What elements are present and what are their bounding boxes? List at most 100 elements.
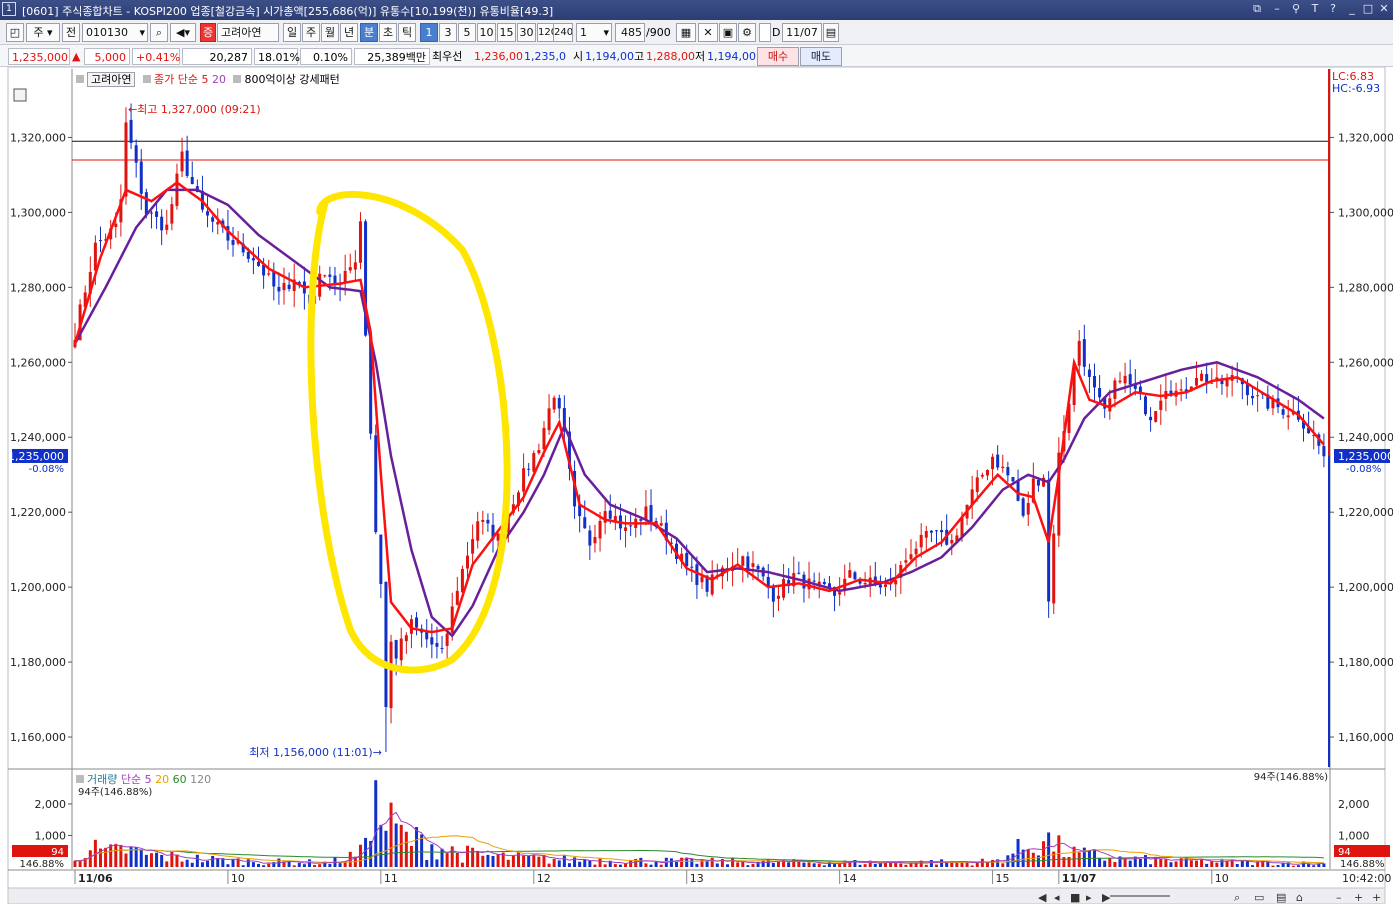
volume-bar [481,855,485,867]
candle-body [996,454,1000,468]
volume-bar [491,856,495,867]
zoom-reset-icon: + [1372,891,1381,904]
interval-3[interactable]: 3 [439,23,457,42]
volume-bar [384,830,388,867]
settings-icon[interactable]: ⚙ [738,23,756,42]
candle-body [649,505,653,522]
turnover-pct: 18.01% [254,48,300,65]
volume-bar [1098,857,1102,867]
volume-tick-label-right: 2,000 [1338,798,1370,811]
volume-legend-label: 거래량 [87,773,118,786]
candle-body [639,519,643,521]
volume-bar [496,854,500,867]
volume-bar [190,862,194,867]
prev-button[interactable]: 전 [62,23,80,42]
count-input[interactable]: 485 [615,23,645,42]
candle-body [771,586,775,602]
period-month[interactable]: 월 [321,23,339,42]
minimize-dash-icon[interactable]: – [1270,2,1284,16]
candle-body [1006,467,1010,476]
chart-grid-icon[interactable]: ▦ [676,23,696,42]
open-label: 시 [573,50,584,63]
help-icon[interactable]: ? [1326,2,1340,16]
volume-tick-label-left: 1,000 [35,829,67,842]
interval-10[interactable]: 10 [477,23,496,42]
chart-area[interactable]: 1,160,000 1,160,000 1,180,000 1,180,000 1,20… [0,66,1393,904]
volume-bar [858,864,862,867]
current-price: 1,235,000 [8,48,70,65]
crosshair-icon[interactable]: ✕ [698,23,718,42]
search-icon[interactable]: ⌕ [150,23,168,42]
candle-body [960,517,964,537]
interval-30[interactable]: 30 [517,23,536,42]
buy-button[interactable]: 매수 [757,47,799,66]
stock-code-input[interactable]: 010130 ▾ [82,23,148,42]
text-icon[interactable]: T [1308,2,1322,16]
y-tick-label-right: 1,180,000 [1338,656,1393,669]
period-tick[interactable]: 틱 [398,23,416,42]
volume-bar [302,864,306,867]
period-year[interactable]: 년 [340,23,358,42]
volume-bar [88,850,92,867]
y-tick-label-left: 1,160,000 [10,731,66,744]
period-day[interactable]: 일 [283,23,301,42]
calendar-icon[interactable]: ▤ [823,23,839,42]
pin-icon[interactable]: ⚲ [1289,2,1303,16]
volume-bar [1169,862,1173,867]
volume-value: 20,287 [182,48,252,65]
market-mode-select[interactable]: 주 ▾ [26,23,60,42]
y-tick-label-left: 1,220,000 [10,506,66,519]
candle-body [348,267,352,271]
candle-body [1200,373,1204,381]
date-input[interactable]: 11/07 [782,23,822,42]
volume-bar [970,865,974,867]
volume-bar [567,863,571,867]
speaker-icon[interactable]: ◀▾ [170,23,196,42]
volume-bar [807,862,811,867]
close-icon[interactable]: ✕ [1377,2,1391,16]
volume-bar [435,859,439,867]
stock-name-field[interactable]: 고려아연 [217,23,279,42]
volume-bar [109,844,113,867]
interval-240[interactable]: 240 [553,23,573,42]
chart-frame [7,66,1386,904]
volume-bar [812,863,816,867]
layout-icon[interactable]: ◰ [6,23,24,42]
legend-ma-fast: 5 [201,73,209,86]
candle-body [129,119,133,143]
volume-bar [547,863,551,867]
unit-select[interactable]: 1 ▾ [576,23,612,42]
candle-body [751,563,755,567]
legend-stock-name[interactable]: 고려아연 [87,72,136,87]
interval-5[interactable]: 5 [458,23,476,42]
volume-bar [389,802,393,867]
volume-bar [1312,865,1316,867]
sell-button[interactable]: 매도 [800,47,842,66]
volume-bar [736,862,740,867]
volume-bar [119,844,123,867]
volume-bar [639,857,643,867]
chart-tool-icon [13,88,27,102]
volume-legend: 거래량 단순 5 20 60 120 [76,771,211,787]
period-second[interactable]: 초 [379,23,397,42]
volume-ma-60: 60 [172,773,187,786]
volume-bar [1276,865,1280,867]
save-icon[interactable]: ▣ [719,23,737,42]
scroll-button-2: ■ [1070,891,1080,904]
date-checkbox[interactable] [759,23,771,42]
volume-bar [1174,861,1178,867]
volume-bar [1057,835,1061,867]
volume-bar [1200,859,1204,867]
interval-15[interactable]: 15 [497,23,516,42]
period-week[interactable]: 주 [302,23,320,42]
interval-1[interactable]: 1 [420,23,438,42]
screen-link-icon[interactable]: ⧉ [1250,2,1264,16]
candle-body [863,582,867,585]
volume-bar [588,860,592,867]
candle-body [975,477,979,492]
period-minute[interactable]: 분 [360,23,378,42]
volume-bar [241,865,245,867]
candle-body [710,574,714,595]
maximize-icon[interactable]: □ [1361,2,1375,16]
minimize-icon[interactable]: _ [1345,2,1359,16]
